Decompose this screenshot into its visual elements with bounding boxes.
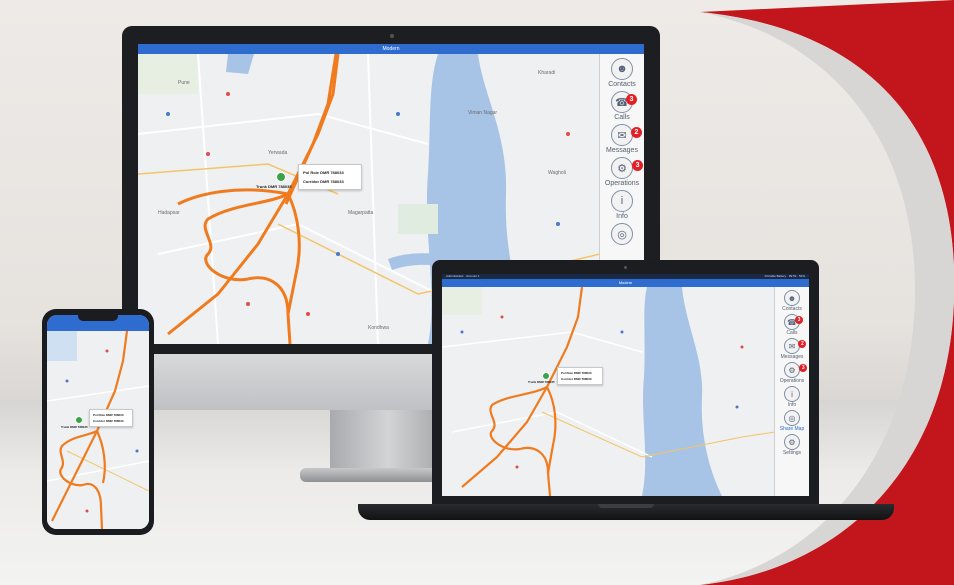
- map-canvas: [47, 331, 149, 529]
- webcam: [624, 266, 627, 269]
- sidebar-item-label: Messages: [606, 147, 638, 154]
- vehicle-label: Trunk DMR 788035: [528, 380, 555, 384]
- sidebar-item-label: Contacts: [782, 306, 802, 312]
- popup-line-2: Corridor DMR 788033: [303, 179, 344, 184]
- popup-line-2: Corridor DMR 788033: [561, 377, 592, 381]
- laptop: Administrator · Account 1 Portable Batte…: [432, 260, 819, 504]
- sidebar-item-label: Info: [787, 402, 797, 408]
- sidebar-item-label: Contacts: [608, 81, 636, 88]
- operations-icon: ⚙: [611, 157, 633, 179]
- operations-icon: ⚙: [784, 362, 800, 378]
- map-place-label: Hadapsar: [158, 210, 180, 216]
- smartphone: Pol Role DMR 788033 Corridor DMR 788033 …: [42, 309, 154, 535]
- globe-icon: ◎: [784, 410, 800, 426]
- sidebar-item-messages[interactable]: ✉ 2 Messages: [780, 338, 807, 360]
- map-view[interactable]: Pol Role DMR 788033 Corridor DMR 788033 …: [442, 287, 775, 496]
- sidebar-item-contacts[interactable]: ☻ Contacts: [782, 290, 802, 312]
- map-canvas: [442, 287, 775, 496]
- map-place-label: Magarpatta: [348, 210, 374, 216]
- map-place-label: Kharadi: [538, 70, 555, 76]
- globe-icon: ◎: [611, 223, 633, 245]
- vehicle-marker[interactable]: [75, 416, 83, 424]
- vehicle-popup[interactable]: Pol Role DMR 788033 Corridor DMR 788033: [89, 409, 133, 427]
- map-place-label: Pune: [178, 80, 190, 86]
- phone-notch: [78, 315, 118, 321]
- sidebar-item-operations[interactable]: ⚙ 3 Operations: [779, 362, 808, 384]
- map-place-label: Yerwada: [268, 150, 287, 156]
- popup-line-2: Corridor DMR 788033: [93, 419, 124, 423]
- laptop-base: [358, 504, 894, 520]
- phone-screen: Pol Role DMR 788033 Corridor DMR 788033 …: [47, 315, 149, 529]
- info-icon: i: [784, 386, 800, 402]
- sidebar-item-contacts[interactable]: ☻ Contacts: [608, 58, 636, 88]
- laptop-screen: Administrator · Account 1 Portable Batte…: [442, 274, 809, 496]
- sidebar-item-settings[interactable]: ⚙ Settings: [783, 434, 801, 456]
- app-titlebar: Modern: [442, 279, 809, 287]
- vehicle-marker[interactable]: [276, 172, 286, 182]
- map-place-label: Viman Nagar: [468, 110, 497, 116]
- vehicle-label: Trunk DMR 788035: [61, 425, 88, 429]
- map-place-label: Kondhwa: [368, 325, 389, 331]
- message-icon: ✉: [611, 124, 633, 146]
- map-view[interactable]: Pol Role DMR 788033 Corridor DMR 788033 …: [47, 331, 149, 529]
- messages-badge: 2: [630, 127, 642, 138]
- sidebar-item-info[interactable]: i Info: [611, 190, 633, 220]
- calls-badge: 3: [795, 316, 803, 324]
- gear-icon: ⚙: [783, 434, 800, 450]
- vehicle-popup[interactable]: Pol Role DMR 788033 Corridor DMR 788033: [298, 164, 362, 190]
- vehicle-marker[interactable]: [542, 372, 550, 380]
- sidebar-item-calls[interactable]: ☎ 3 Calls: [784, 314, 803, 336]
- sidebar-item-label: Operations: [779, 378, 805, 384]
- messages-badge: 2: [798, 340, 807, 348]
- sidebar-item-calls[interactable]: ☎ 3 Calls: [611, 91, 637, 121]
- vehicle-label: Trunk DMR 788035: [256, 184, 292, 189]
- info-icon: i: [611, 190, 633, 212]
- vehicle-popup[interactable]: Pol Role DMR 788033 Corridor DMR 788033: [557, 367, 603, 385]
- map-place-label: Wagholi: [548, 170, 566, 176]
- sidebar-item-share-map[interactable]: ◎: [611, 223, 633, 245]
- webcam: [390, 34, 394, 38]
- sidebar-item-label: Calls: [786, 330, 798, 336]
- sidebar-item-share-map[interactable]: ◎ Share Map: [780, 410, 804, 432]
- person-icon: ☻: [783, 290, 800, 306]
- monitor-stand: [330, 410, 446, 472]
- sidebar-item-label: Share Map: [779, 426, 805, 432]
- operations-badge: 3: [799, 364, 808, 372]
- popup-line-1: Pol Role DMR 788033: [303, 170, 344, 175]
- operations-badge: 3: [632, 160, 644, 171]
- sidebar-item-label: Settings: [782, 450, 802, 456]
- sidebar-item-info[interactable]: i Info: [784, 386, 800, 408]
- sidebar-item-label: Operations: [604, 180, 640, 187]
- sidebar-item-operations[interactable]: ⚙ 3 Operations: [604, 157, 644, 187]
- sidebar-item-label: Messages: [780, 354, 804, 360]
- sidebar: ☻ Contacts ☎ 3 Calls ✉ 2 Messages ⚙ 3 Op…: [774, 287, 809, 496]
- sidebar-item-label: Calls: [614, 114, 630, 121]
- status-left: Administrator · Account 1: [446, 274, 480, 278]
- sidebar-item-messages[interactable]: ✉ 2 Messages: [606, 124, 642, 154]
- app-titlebar: Modern: [138, 44, 644, 54]
- laptop-notch: [598, 504, 654, 508]
- calls-badge: 3: [626, 94, 637, 105]
- person-icon: ☻: [611, 58, 633, 80]
- sidebar-item-label: Info: [616, 213, 628, 220]
